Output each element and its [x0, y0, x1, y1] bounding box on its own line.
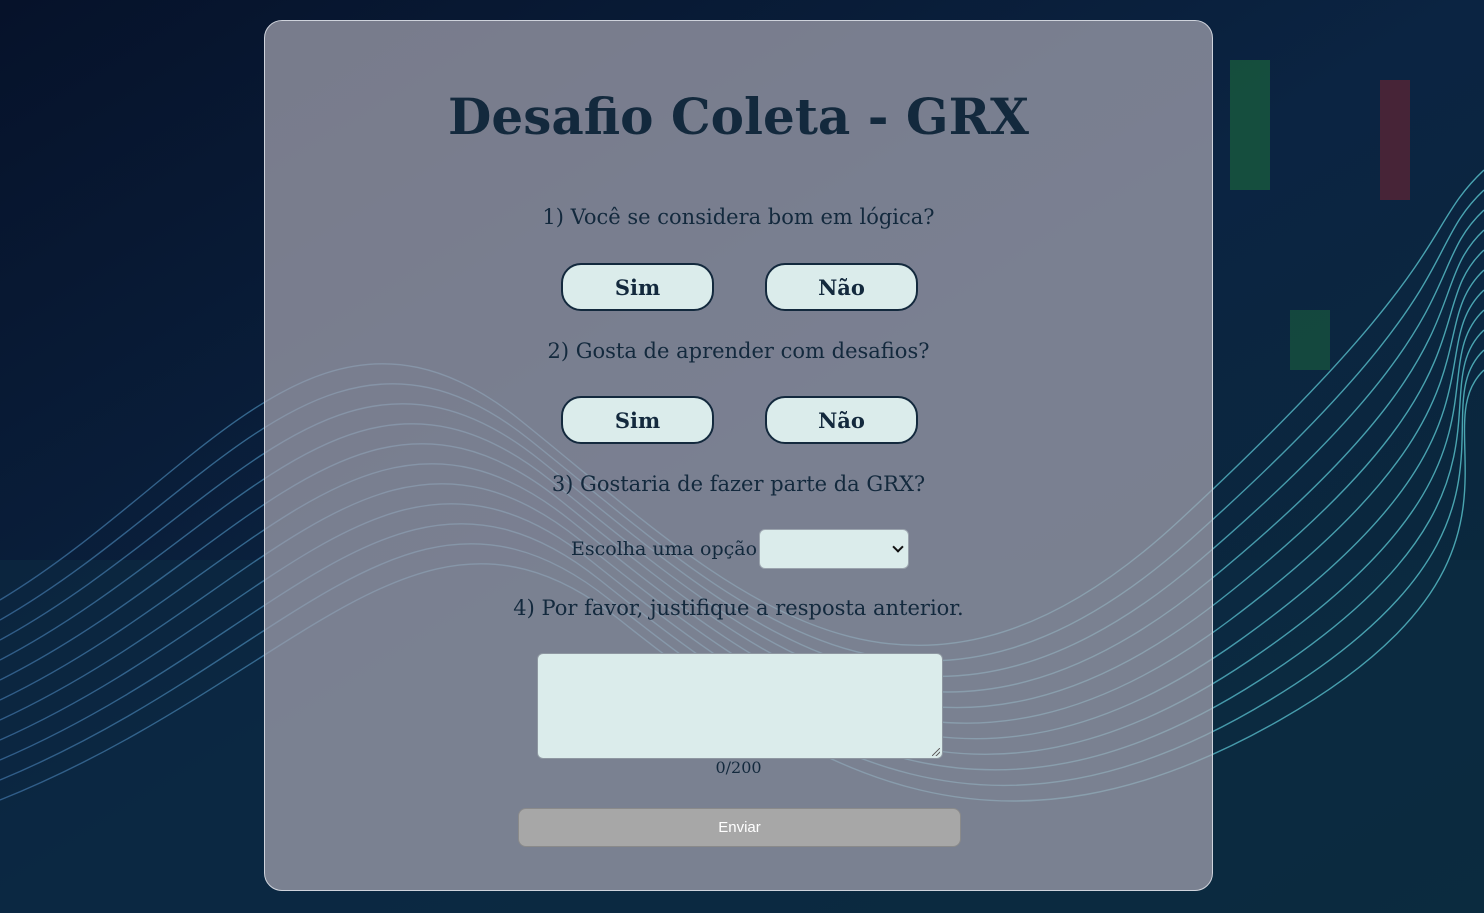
question-4-label: 4) Por favor, justifique a resposta ante… [513, 596, 964, 620]
justification-textarea[interactable] [537, 653, 943, 759]
chevron-down-icon [892, 541, 904, 553]
character-counter: 0/200 [715, 758, 762, 777]
question-2-label: 2) Gosta de aprender com desafios? [547, 339, 930, 363]
option-select[interactable] [759, 529, 909, 569]
question-1-yes-button[interactable]: Sim [561, 263, 714, 311]
resize-handle-icon[interactable] [932, 748, 940, 756]
question-2-no-button[interactable]: Não [765, 396, 918, 444]
survey-card: Desafio Coleta - GRX 1) Você se consider… [264, 20, 1213, 891]
submit-button[interactable]: Enviar [518, 808, 961, 847]
select-label: Escolha uma opção: [571, 538, 764, 560]
question-3-select-row: Escolha uma opção: [265, 529, 1212, 569]
question-1-no-button[interactable]: Não [765, 263, 918, 311]
question-2-yes-button[interactable]: Sim [561, 396, 714, 444]
question-1-label: 1) Você se considera bom em lógica? [542, 205, 935, 229]
question-3-label: 3) Gostaria de fazer parte da GRX? [551, 472, 926, 496]
page-title: Desafio Coleta - GRX [448, 87, 1029, 146]
